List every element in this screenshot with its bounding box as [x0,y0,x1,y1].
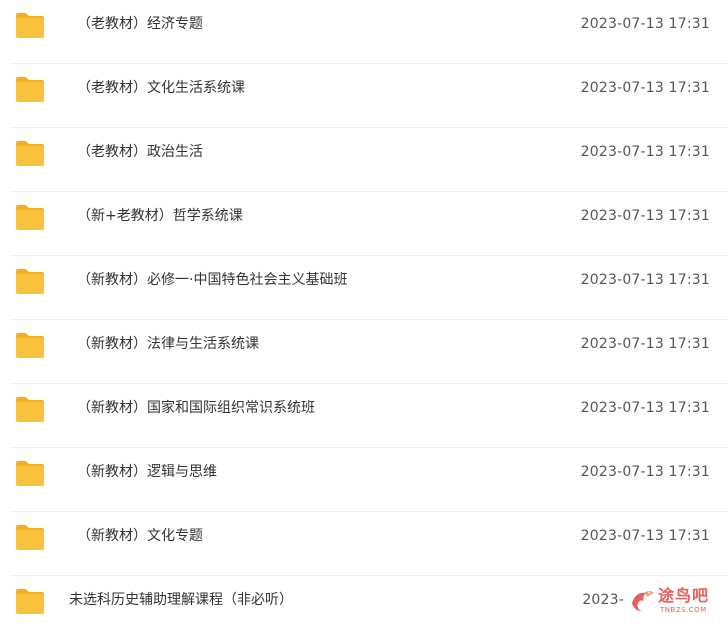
file-date: 2023-07-13 17:31 [580,80,710,96]
file-name[interactable]: （老教材）文化生活系统课 [77,78,245,98]
file-date: 2023-07-13 17:31 [580,208,710,224]
file-row[interactable]: （老教材）文化生活系统课 2023-07-13 17:31 [10,64,728,128]
file-row[interactable]: （新教材）逻辑与思维 2023-07-13 17:31 [10,448,728,512]
file-row[interactable]: （新教材）必修一·中国特色社会主义基础班 2023-07-13 17:31 [10,256,728,320]
folder-icon [14,11,46,39]
file-name[interactable]: （新教材）国家和国际组织常识系统班 [77,398,315,418]
file-row[interactable]: （新教材）法律与生活系统课 2023-07-13 17:31 [10,320,728,384]
file-row[interactable]: （新教材）国家和国际组织常识系统班 2023-07-13 17:31 [10,384,728,448]
file-date: 2023- [582,592,624,608]
watermark-text: 途鸟吧 [658,586,710,605]
file-name[interactable]: （老教材）经济专题 [77,14,203,34]
file-name[interactable]: （新教材）必修一·中国特色社会主义基础班 [77,270,347,290]
file-date: 2023-07-13 17:31 [580,464,710,480]
file-name[interactable]: （新教材）法律与生活系统课 [77,334,259,354]
folder-icon [14,587,46,615]
folder-icon [14,139,46,167]
file-name[interactable]: （新+老教材）哲学系统课 [77,206,243,226]
file-date: 2023-07-13 17:31 [580,400,710,416]
file-row[interactable]: （老教材）经济专题 2023-07-13 17:31 [10,0,728,64]
file-name[interactable]: （老教材）政治生活 [77,142,203,162]
file-name[interactable]: 未选科历史辅助理解课程（非必听） [69,590,293,610]
file-list: （老教材）经济专题 2023-07-13 17:31 （老教材）文化生活系统课 … [0,0,728,640]
bird-icon [632,591,654,611]
folder-icon [14,203,46,231]
folder-icon [14,75,46,103]
file-date: 2023-07-13 17:31 [580,144,710,160]
file-date: 2023-07-13 17:31 [580,336,710,352]
file-row[interactable]: 未选科历史辅助理解课程（非必听） 2023- [10,576,728,640]
folder-icon [14,459,46,487]
file-row[interactable]: （新教材）文化专题 2023-07-13 17:31 [10,512,728,576]
file-date: 2023-07-13 17:31 [580,528,710,544]
folder-icon [14,267,46,295]
folder-icon [14,331,46,359]
folder-icon [14,395,46,423]
watermark-subtext: TNBZS.COM [660,606,707,614]
watermark-logo: 途鸟吧 TNBZS.COM [628,585,720,619]
file-date: 2023-07-13 17:31 [580,272,710,288]
file-row[interactable]: （老教材）政治生活 2023-07-13 17:31 [10,128,728,192]
folder-icon [14,523,46,551]
file-row[interactable]: （新+老教材）哲学系统课 2023-07-13 17:31 [10,192,728,256]
file-name[interactable]: （新教材）逻辑与思维 [77,462,217,482]
file-name[interactable]: （新教材）文化专题 [77,526,203,546]
file-date: 2023-07-13 17:31 [580,16,710,32]
